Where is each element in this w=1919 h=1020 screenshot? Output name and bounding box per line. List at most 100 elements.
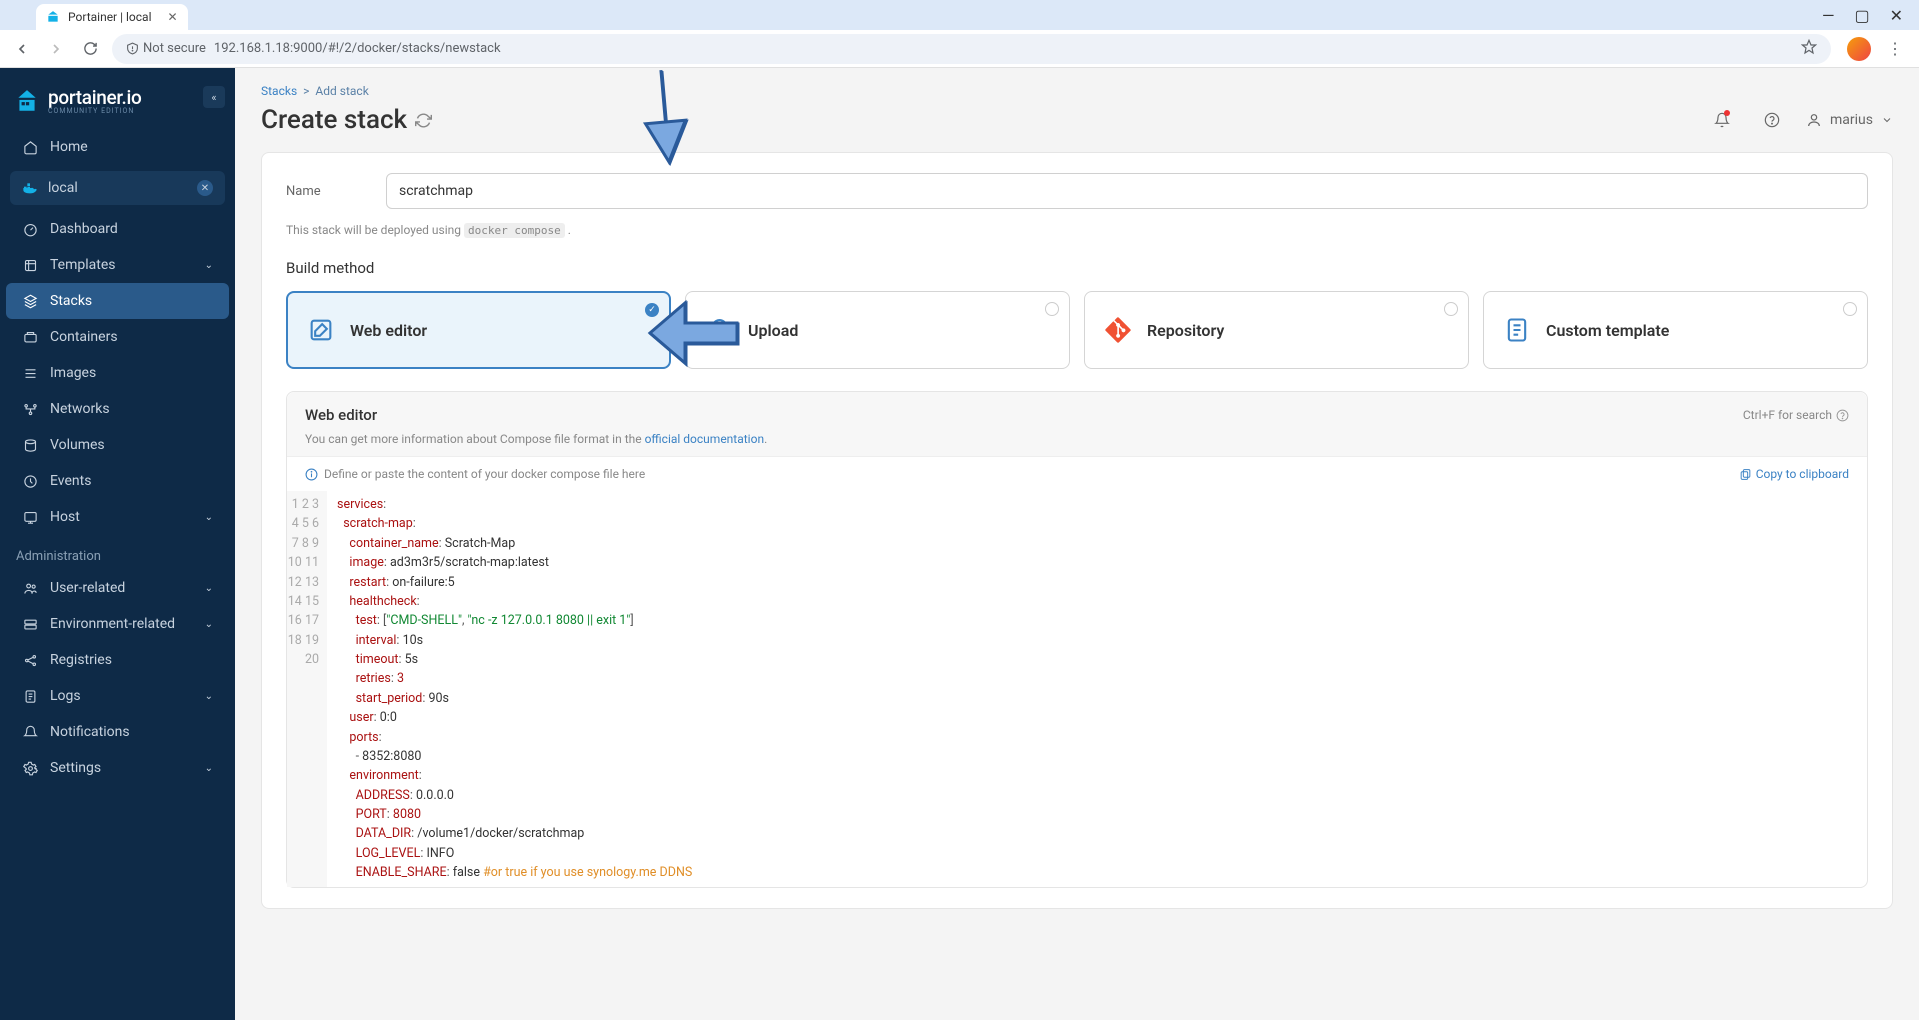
nav-label: Notifications [50, 724, 130, 740]
nav-label: Environment-related [50, 616, 175, 632]
notifications-button[interactable] [1706, 104, 1738, 136]
method-label: Upload [748, 321, 798, 340]
build-method-template[interactable]: Custom template [1483, 291, 1868, 369]
reload-button[interactable] [78, 37, 102, 61]
forward-button[interactable] [44, 37, 68, 61]
nav-label: Containers [50, 329, 118, 345]
stack-name-input[interactable] [386, 173, 1868, 209]
nav-icon [22, 294, 38, 309]
chevron-down-icon: ⌄ [205, 763, 213, 774]
help-button[interactable] [1756, 104, 1788, 136]
bookmark-icon[interactable] [1801, 39, 1817, 59]
sidebar-item-containers[interactable]: Containers [6, 319, 229, 355]
main-content: Stacks > Add stack Create stack [235, 68, 1919, 1020]
sidebar-item-environment-related[interactable]: Environment-related ⌄ [6, 606, 229, 642]
nav-label: Settings [50, 760, 101, 776]
home-icon [22, 140, 38, 155]
profile-avatar[interactable] [1847, 37, 1871, 61]
sidebar-item-volumes[interactable]: Volumes [6, 427, 229, 463]
nav-label: Templates [50, 257, 116, 273]
nav-home[interactable]: Home [6, 129, 229, 165]
breadcrumb-root[interactable]: Stacks [261, 84, 297, 98]
chevron-down-icon: ⌄ [205, 512, 213, 523]
back-button[interactable] [10, 37, 34, 61]
nav-label: Registries [50, 652, 112, 668]
brand[interactable]: portainer.io COMMUNITY EDITION [0, 68, 235, 129]
copy-to-clipboard-button[interactable]: Copy to clipboard [1739, 467, 1849, 481]
breadcrumb: Stacks > Add stack [261, 84, 1893, 98]
kebab-menu-icon[interactable]: ⋮ [1881, 39, 1909, 58]
sidebar-item-settings[interactable]: Settings ⌄ [6, 750, 229, 786]
nav-icon [22, 222, 38, 237]
search-hint: Ctrl+F for search [1743, 408, 1849, 422]
nav-label: Images [50, 365, 96, 381]
window-controls: — ▢ ✕ [1822, 6, 1911, 25]
radio-indicator [1045, 302, 1059, 316]
web-editor-section: Web editor Ctrl+F for search You can get… [286, 391, 1868, 888]
radio-indicator [1843, 302, 1857, 316]
minimize-icon[interactable]: — [1822, 6, 1835, 25]
docker-icon [22, 180, 38, 196]
browser-tab[interactable]: Portainer | local ✕ [36, 4, 188, 30]
nav-label: Host [50, 509, 80, 525]
editor-title: Web editor [305, 406, 377, 424]
method-label: Custom template [1546, 321, 1669, 340]
brand-edition: COMMUNITY EDITION [48, 107, 142, 115]
nav-icon [22, 330, 38, 345]
collapse-sidebar-button[interactable]: « [203, 86, 225, 108]
sidebar-item-events[interactable]: Events [6, 463, 229, 499]
method-label: Repository [1147, 321, 1224, 340]
refresh-icon[interactable] [415, 112, 432, 129]
nav-label: Home [50, 139, 88, 155]
code-content[interactable]: services: scratch-map: container_name: S… [327, 491, 1867, 887]
env-name: local [48, 180, 78, 196]
nav-icon [22, 438, 38, 453]
nav-icon [22, 402, 38, 417]
radio-indicator [645, 303, 659, 317]
close-icon[interactable]: ✕ [197, 180, 213, 196]
info-icon [305, 468, 318, 481]
docs-link[interactable]: official documentation [645, 432, 765, 446]
build-method-upload[interactable]: Upload [685, 291, 1070, 369]
line-gutter: 1 2 3 4 5 6 7 8 9 10 11 12 13 14 15 16 1… [287, 491, 327, 887]
sidebar-item-dashboard[interactable]: Dashboard [6, 211, 229, 247]
user-menu[interactable]: marius [1806, 112, 1893, 128]
sidebar-item-notifications[interactable]: Notifications [6, 714, 229, 750]
help-circle-icon [1836, 409, 1849, 422]
nav-label: Dashboard [50, 221, 118, 237]
sidebar-item-stacks[interactable]: Stacks [6, 283, 229, 319]
sidebar-item-images[interactable]: Images [6, 355, 229, 391]
close-icon[interactable]: ✕ [168, 10, 178, 24]
build-method-title: Build method [286, 259, 1868, 277]
build-method-repo[interactable]: Repository [1084, 291, 1469, 369]
sidebar-item-user-related[interactable]: User-related⌄ [6, 570, 229, 606]
nav-icon [22, 258, 38, 273]
sidebar: portainer.io COMMUNITY EDITION « Home lo… [0, 68, 235, 1020]
nav-label: Logs [50, 688, 81, 704]
breadcrumb-leaf: Add stack [315, 84, 368, 98]
create-stack-card: Name This stack will be deployed using d… [261, 152, 1893, 909]
maximize-icon[interactable]: ▢ [1854, 6, 1869, 25]
address-bar[interactable]: Not secure 192.168.1.18:9000/#!/2/docker… [112, 34, 1831, 64]
sidebar-item-host[interactable]: Host ⌄ [6, 499, 229, 535]
code-editor[interactable]: 1 2 3 4 5 6 7 8 9 10 11 12 13 14 15 16 1… [287, 491, 1867, 887]
build-method-web[interactable]: Web editor [286, 291, 671, 369]
chevron-down-icon: ⌄ [205, 619, 213, 630]
environment-pill[interactable]: local ✕ [10, 171, 225, 205]
sidebar-item-templates[interactable]: Templates⌄ [6, 247, 229, 283]
sidebar-item-networks[interactable]: Networks [6, 391, 229, 427]
sidebar-item-logs[interactable]: Logs⌄ [6, 678, 229, 714]
nav-label: User-related [50, 580, 125, 596]
sidebar-item-registries[interactable]: Registries [6, 642, 229, 678]
browser-toolbar: Not secure 192.168.1.18:9000/#!/2/docker… [0, 30, 1919, 68]
close-icon[interactable]: ✕ [1890, 6, 1903, 25]
brand-name: portainer.io [48, 86, 142, 109]
not-secure-badge: Not secure [126, 41, 206, 56]
nav-icon [22, 474, 38, 489]
nav-icon [22, 581, 38, 596]
nav-label: Volumes [50, 437, 105, 453]
notification-dot-icon [1724, 110, 1730, 116]
upload-icon [704, 315, 734, 345]
nav-icon [22, 366, 38, 381]
user-icon [1806, 112, 1822, 128]
